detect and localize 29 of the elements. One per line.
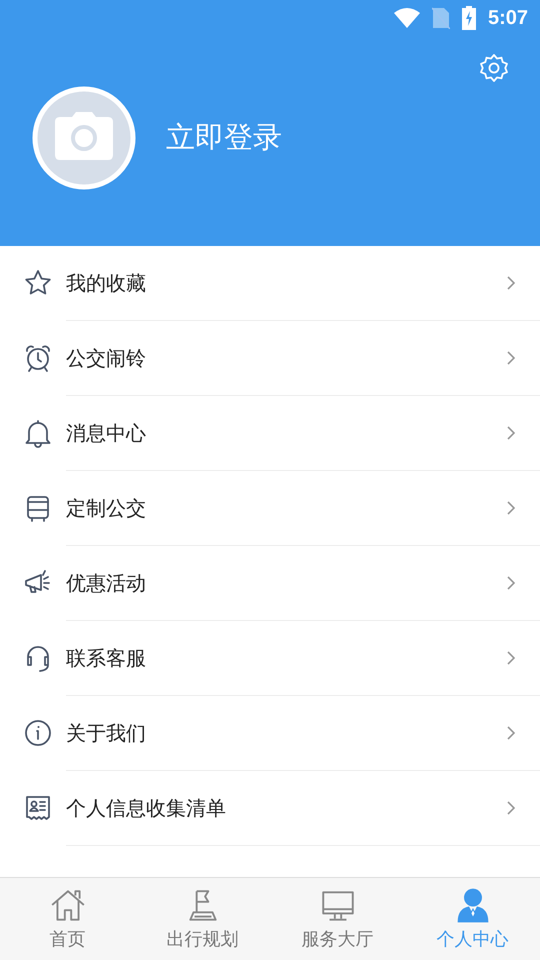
chevron-right-icon (506, 275, 516, 291)
tab[interactable]: 出行规划 (135, 878, 270, 960)
menu-item[interactable]: 联系客服 (66, 644, 506, 672)
chevron-right-icon (506, 725, 516, 741)
bell-icon (23, 418, 53, 448)
menu-item[interactable]: 消息中心 (66, 420, 506, 446)
alarm-clock-icon (23, 343, 53, 373)
menu-item[interactable]: 个人信息收集清单 (66, 794, 506, 822)
menu-item[interactable]: 我的收藏 (66, 270, 506, 296)
chevron-right-icon (506, 425, 516, 441)
menu-item[interactable]: 关于我们 (66, 720, 506, 746)
wifi-icon (394, 8, 420, 28)
chevron-right-icon (506, 575, 516, 591)
id-card-icon (23, 793, 53, 823)
no-sim-icon (432, 7, 450, 29)
clock-time: 5:07 (488, 6, 528, 30)
chevron-right-icon (506, 800, 516, 816)
menu-item[interactable]: 定制公交 (66, 494, 506, 522)
menu-item[interactable]: 优惠活动 (66, 570, 506, 596)
menu-item[interactable]: 公交闹铃 (66, 344, 506, 372)
chevron-right-icon (506, 500, 516, 516)
chevron-right-icon (506, 650, 516, 666)
chevron-right-icon (506, 350, 516, 366)
tab[interactable]: 首页 (0, 878, 135, 960)
avatar-camera-icon[interactable] (32, 86, 136, 190)
battery-charging-icon (462, 6, 476, 30)
info-icon (23, 718, 53, 748)
settings-icon[interactable] (478, 52, 510, 84)
tab[interactable]: 服务大厅 (270, 878, 405, 960)
